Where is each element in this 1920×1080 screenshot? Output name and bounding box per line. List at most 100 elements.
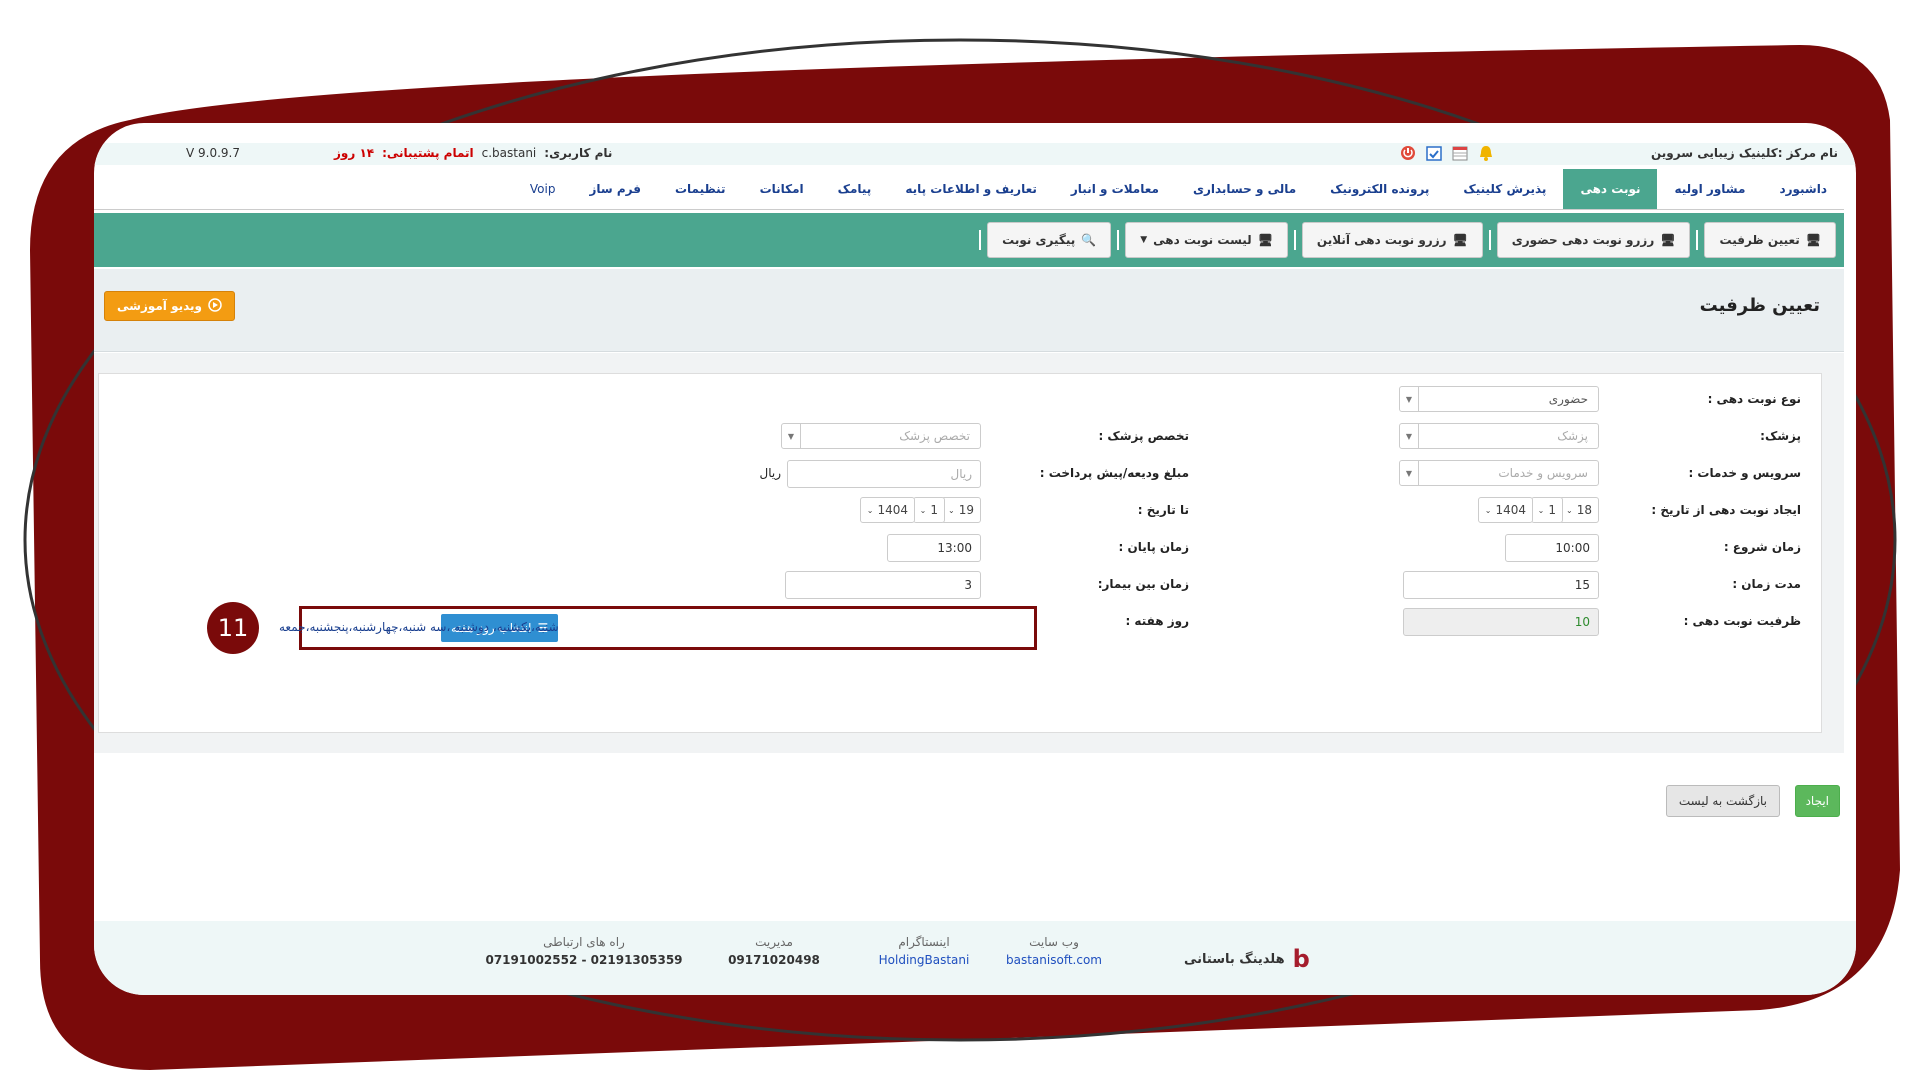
separator [1293, 230, 1296, 250]
nav-consultant[interactable]: مشاور اولیه [1657, 169, 1762, 209]
to-date-label: تا تاریخ : [1137, 503, 1189, 517]
subnav-inperson-label: رزرو نوبت دهی حضوری [1511, 233, 1655, 247]
separator [1117, 230, 1120, 250]
chevron-down-icon: ⌄ [866, 505, 874, 515]
instagram-link[interactable]: HoldingBastani [864, 953, 984, 967]
management-phone: 09171020498 [728, 953, 820, 967]
center-name: نام مرکز :کلینیک زیبایی سروین [1650, 146, 1838, 160]
doctor-select[interactable]: پزشک ▼ [1399, 423, 1599, 449]
weekday-label: روز هفته : [1125, 614, 1189, 628]
nav-accounting[interactable]: مالی و حسابداری [1176, 169, 1313, 209]
nav-base-definitions[interactable]: تعاریف و اطلاعات پایه [888, 169, 1054, 209]
type-select-value: حضوری [1548, 392, 1588, 406]
subnav-followup[interactable]: 🔍 پیگیری نوبت [987, 222, 1112, 258]
to-month-select[interactable]: ⌄ 1 [912, 497, 945, 523]
footer: b هلدینگ باستانی وب سایت bastanisoft.com… [94, 921, 1856, 995]
to-month-value: 1 [930, 503, 938, 517]
nav-inventory[interactable]: معاملات و انبار [1054, 169, 1176, 209]
nav-sms[interactable]: پیامک [821, 169, 889, 209]
nav-form-builder[interactable]: فرم ساز [572, 169, 658, 209]
services-select-placeholder: سرویس و خدمات [1498, 466, 1588, 480]
sub-nav: 🖥 تعیین ظرفیت 🖥 رزرو نوبت دهی حضوری 🖥 رز… [94, 213, 1844, 267]
play-icon [208, 297, 222, 315]
services-label: سرویس و خدمات : [1688, 466, 1801, 480]
chevron-down-icon: ⌄ [1566, 505, 1573, 515]
subnav-capacity-label: تعیین ظرفیت [1719, 233, 1800, 247]
management-label: مدیریت [755, 935, 793, 949]
between-patients-input[interactable]: 3 [785, 571, 981, 599]
capacity-form: نوع نوبت دهی : حضوری ▼ پزشک: پزشک ▼ سروی… [98, 373, 1822, 733]
website-link[interactable]: bastanisoft.com [994, 953, 1114, 967]
calendar-check-icon[interactable] [1424, 143, 1444, 163]
bastani-logo-icon: b [1292, 945, 1310, 973]
video-tutorial-button[interactable]: ویدیو آموزشی [104, 291, 236, 321]
to-day-select[interactable]: ⌄ 19 [941, 497, 981, 523]
power-icon[interactable] [1398, 143, 1418, 163]
create-button[interactable]: ایجاد [1794, 785, 1840, 817]
footer-instagram: اینستاگرام HoldingBastani [864, 935, 984, 967]
subnav-online-reserve[interactable]: 🖥 رزرو نوبت دهی آنلاین [1301, 222, 1483, 258]
chevron-down-icon: ⌄ [1484, 505, 1492, 515]
separator [979, 230, 982, 250]
contact-phones: 07191002552 - 02191305359 [485, 953, 683, 967]
doctor-label: پزشک: [1760, 429, 1801, 443]
selected-weekdays: شنبه،یکشنبه، دوشنبه ،سه شنبه،چهارشنبه،پن… [279, 620, 559, 634]
capacity-input: 10 [1403, 608, 1599, 636]
footer-brand: b هلدینگ باستانی [1184, 945, 1310, 973]
subnav-capacity[interactable]: 🖥 تعیین ظرفیت [1704, 222, 1836, 258]
deposit-input[interactable]: ریال [787, 460, 981, 488]
user-info: نام کاربری: c.bastani اتمام پشتیبانی: ۱۴… [334, 146, 612, 160]
duration-label: مدت زمان : [1732, 577, 1801, 591]
subnav-list-label: لیست نوبت دهی [1153, 233, 1252, 247]
specialty-label: تخصص پزشک : [1098, 429, 1189, 443]
username-value: c.bastani [481, 146, 537, 160]
nav-features[interactable]: امکانات [743, 169, 821, 209]
to-year-select[interactable]: ⌄ 1404 [859, 497, 915, 523]
subnav-inperson-reserve[interactable]: 🖥 رزرو نوبت دهی حضوری [1496, 222, 1691, 258]
specialty-select-placeholder: تخصص پزشک [899, 429, 970, 443]
monitor-icon: 🖥 [1452, 233, 1468, 247]
brand-name: هلدینگ باستانی [1184, 951, 1285, 967]
nav-appointments[interactable]: نوبت دهی [1563, 169, 1658, 209]
capacity-label: ظرفیت نوبت دهی : [1683, 614, 1801, 628]
support-value: ۱۴ روز [334, 146, 375, 160]
bell-icon[interactable] [1476, 143, 1496, 163]
duration-input[interactable]: 15 [1403, 571, 1599, 599]
doctor-select-placeholder: پزشک [1557, 429, 1588, 443]
nav-electronic-records[interactable]: پرونده الکترونیک [1313, 169, 1446, 209]
page-header: تعیین ظرفیت ویدیو آموزشی [94, 269, 1844, 352]
type-select[interactable]: حضوری ▼ [1399, 386, 1599, 412]
contact-label: راه های ارتباطی [543, 935, 625, 949]
chevron-down-icon: ⌄ [919, 505, 927, 515]
chevron-down-icon: ⌄ [948, 505, 955, 515]
from-day-select[interactable]: ⌄ 18 [1559, 497, 1599, 523]
from-month-select[interactable]: ⌄ 1 [1530, 497, 1563, 523]
subnav-appointment-list[interactable]: 🖥 لیست نوبت دهی ▼ [1125, 222, 1288, 258]
start-time-label: زمان شروع : [1723, 540, 1801, 554]
step-number-badge: 11 [207, 602, 259, 654]
services-select[interactable]: سرویس و خدمات ▼ [1399, 460, 1599, 486]
type-label: نوع نوبت دهی : [1707, 392, 1801, 406]
end-time-label: زمان پایان : [1118, 540, 1189, 554]
monitor-icon: 🖥 [1805, 233, 1821, 247]
search-document-icon: 🔍 [1081, 233, 1097, 247]
nav-settings[interactable]: تنظیمات [658, 169, 743, 209]
support-label: اتمام پشتیبانی: [382, 146, 474, 160]
footer-management: مدیریت 09171020498 [714, 935, 834, 967]
end-time-input[interactable]: 13:00 [887, 534, 981, 562]
start-time-input[interactable]: 10:00 [1505, 534, 1599, 562]
separator [1696, 230, 1699, 250]
chevron-down-icon: ▼ [1400, 424, 1419, 448]
nav-clinic-reception[interactable]: پذیرش کلینیک [1446, 169, 1563, 209]
calendar-grid-icon[interactable] [1450, 143, 1470, 163]
version-label: V 9.0.9.7 [186, 146, 241, 160]
from-day-value: 18 [1576, 503, 1592, 517]
footer-website: وب سایت bastanisoft.com [994, 935, 1114, 967]
nav-dashboard[interactable]: داشبورد [1762, 169, 1844, 209]
video-tutorial-label: ویدیو آموزشی [117, 299, 203, 313]
back-to-list-button[interactable]: بازگشت به لیست [1665, 785, 1780, 817]
nav-voip[interactable]: Voip [513, 169, 573, 209]
from-year-select[interactable]: ⌄ 1404 [1477, 497, 1533, 523]
specialty-select[interactable]: تخصص پزشک ▼ [781, 423, 981, 449]
from-year-value: 1404 [1495, 503, 1526, 517]
